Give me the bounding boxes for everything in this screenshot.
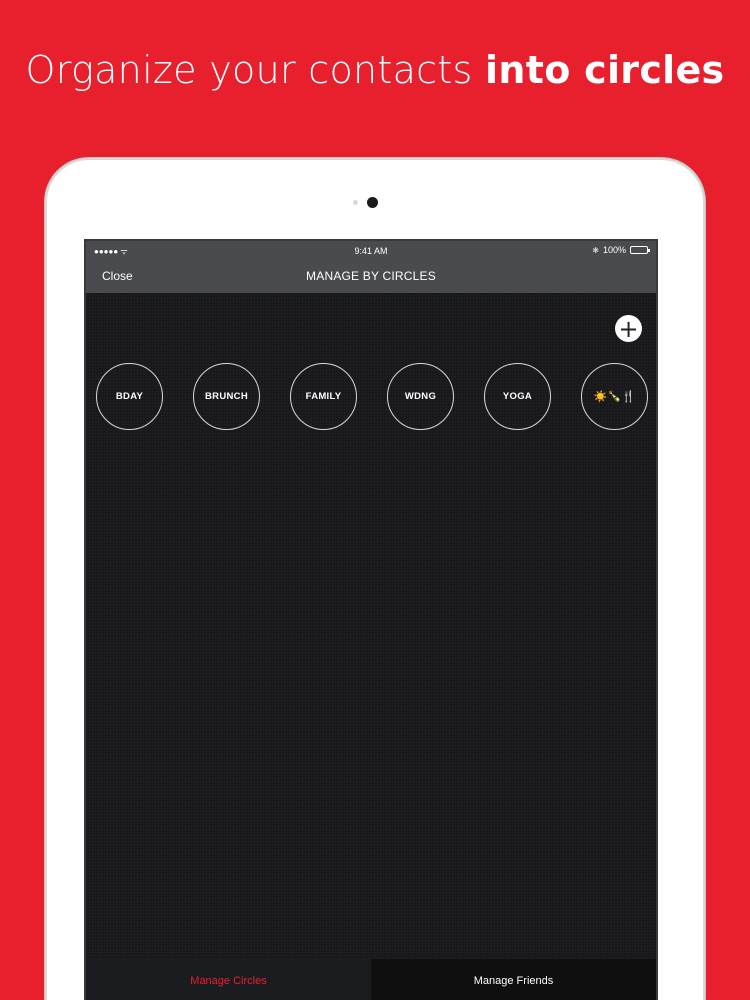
circles-row: BDAY BRUNCH FAMILY WDNG YOGA ☀️🍾🍴 <box>96 363 648 430</box>
front-camera <box>367 197 378 208</box>
headline-regular: Organize your contacts <box>25 48 486 92</box>
circle-wdng[interactable]: WDNG <box>387 363 454 430</box>
circle-family[interactable]: FAMILY <box>290 363 357 430</box>
tab-manage-circles[interactable]: Manage Circles <box>86 959 371 1000</box>
navigation-bar: Close MANAGE BY CIRCLES <box>86 261 656 293</box>
circle-yoga[interactable]: YOGA <box>484 363 551 430</box>
status-time: 9:41 AM <box>354 246 388 256</box>
bluetooth-icon: ✱ <box>592 245 599 255</box>
circle-emoji-label: ☀️🍾🍴 <box>593 390 636 403</box>
tablet-device-frame: ●●●●● ᯤ 9:41 AM ✱ 100% Close MANAGE BY C… <box>47 160 703 1000</box>
battery-icon <box>630 246 650 254</box>
app-screen: ●●●●● ᯤ 9:41 AM ✱ 100% Close MANAGE BY C… <box>84 239 658 1000</box>
battery-status: ✱ 100% <box>592 245 650 255</box>
circle-emoji[interactable]: ☀️🍾🍴 <box>581 363 648 430</box>
tab-manage-circles-label: Manage Circles <box>190 975 267 987</box>
circles-content-area: + BDAY BRUNCH FAMILY WDNG YOGA ☀️🍾🍴 <box>86 293 656 959</box>
proximity-sensor <box>353 200 358 205</box>
headline-bold: into circles <box>485 48 725 92</box>
circle-brunch[interactable]: BRUNCH <box>193 363 260 430</box>
add-circle-button[interactable]: + <box>615 315 642 342</box>
bottom-tab-bar: Manage Circles Manage Friends <box>86 959 656 1000</box>
circle-bday[interactable]: BDAY <box>96 363 163 430</box>
page-title: MANAGE BY CIRCLES <box>306 269 436 283</box>
tab-manage-friends[interactable]: Manage Friends <box>371 959 656 1000</box>
tab-manage-friends-label: Manage Friends <box>473 975 554 987</box>
promo-headline: Organize your contacts into circles <box>0 48 750 92</box>
battery-percent: 100% <box>602 245 626 255</box>
status-bar: ●●●●● ᯤ 9:41 AM ✱ 100% <box>86 241 656 261</box>
